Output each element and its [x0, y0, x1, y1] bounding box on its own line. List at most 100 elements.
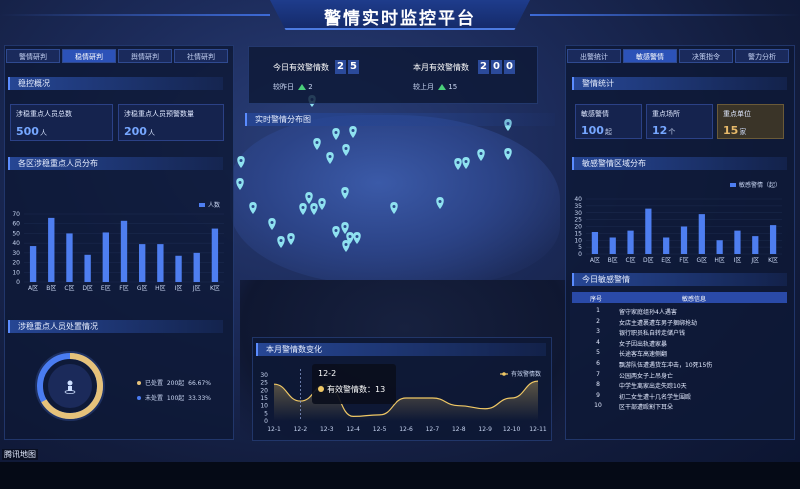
tooltip-value: 有效警情数：13: [327, 385, 386, 394]
map-pin-icon[interactable]: [313, 138, 321, 150]
x-tick-label: J区: [192, 285, 201, 292]
map-pin-icon[interactable]: [268, 218, 276, 230]
x-tick-label: G区: [696, 257, 707, 264]
table-row[interactable]: 5 长途客车高速侧翻: [572, 349, 792, 359]
map-pin-icon[interactable]: [341, 222, 349, 234]
table-row[interactable]: 10 区干部遭殴割下耳朵: [572, 402, 792, 412]
stat-card-total: 涉稳重点人员总数 500人: [10, 104, 113, 141]
header-line-left: [0, 14, 270, 16]
bar[interactable]: [84, 254, 91, 282]
alert-row-info: 初二女生遭十几名学生围殴: [619, 393, 692, 401]
y-tick-label: 0: [578, 251, 582, 258]
map-pin-icon[interactable]: [287, 233, 295, 245]
map-pin-icon[interactable]: [504, 148, 512, 160]
x-tick-label: J区: [750, 257, 759, 264]
alert-row-info: 银行职员私自转走储户钱: [619, 330, 686, 338]
today-compare: 较昨日 2: [273, 82, 313, 92]
map-pin-icon[interactable]: [462, 157, 470, 169]
map-pin-icon[interactable]: [236, 178, 244, 190]
map-pin-icon[interactable]: [237, 156, 245, 168]
table-row[interactable]: 6 飘游队伍遭遇货车冲击，10死15伤: [572, 360, 792, 370]
month-count-label: 本月有效警情数: [413, 63, 469, 72]
map-pin-icon[interactable]: [353, 232, 361, 244]
bar[interactable]: [645, 208, 652, 254]
map-pin-icon[interactable]: [342, 240, 350, 252]
map-pin-icon[interactable]: [454, 158, 462, 170]
bar[interactable]: [120, 220, 128, 282]
tab-police-analysis[interactable]: 警情研判: [6, 49, 60, 63]
bar[interactable]: [609, 237, 616, 255]
legend-item-undone: 未处置 100起 33.33%: [137, 393, 211, 402]
bar[interactable]: [102, 232, 109, 282]
stat-card-key-places: 重点场所 12个: [646, 104, 713, 139]
table-row[interactable]: 2 女店主遭裹遭车男子捆绑抢劫: [572, 318, 792, 328]
bar[interactable]: [627, 230, 634, 254]
map-pin-icon[interactable]: [332, 128, 340, 140]
bar[interactable]: [139, 244, 146, 282]
tab-sensitive-alerts[interactable]: 敏感警情: [623, 49, 677, 63]
tab-social-analysis[interactable]: 社情研判: [174, 49, 228, 63]
bar[interactable]: [29, 246, 37, 282]
bar[interactable]: [48, 217, 55, 282]
map-pin-icon[interactable]: [390, 202, 398, 214]
legend-undone-label: 未处置: [145, 395, 164, 402]
bar[interactable]: [66, 233, 73, 282]
bar[interactable]: [175, 255, 182, 282]
tab-dispatch-stats[interactable]: 出警统计: [567, 49, 621, 63]
y-tick-label: 10: [12, 269, 20, 276]
map-pin-icon[interactable]: [249, 202, 257, 214]
trend-line-chart: 051015202530 12-1 12-2 12-3 12-4 12-5 12-6 12-7…: [260, 369, 547, 433]
map-pin-icon[interactable]: [318, 198, 326, 210]
bar[interactable]: [663, 237, 670, 255]
bar[interactable]: [193, 252, 200, 282]
map-pin-icon[interactable]: [299, 203, 307, 215]
map-pin-icon[interactable]: [305, 192, 313, 204]
alert-row-info: 公园两女子上吊身亡: [619, 372, 674, 380]
trend-tooltip: 12-2 有效警情数：13: [312, 364, 396, 404]
x-tick-label: F区: [119, 285, 128, 292]
alert-row-info: 中学生离家出走失踪10天: [619, 383, 687, 391]
x-tick-label: G区: [137, 285, 148, 292]
today-count-digits: 25: [333, 60, 359, 74]
bar[interactable]: [211, 228, 219, 282]
table-row[interactable]: 7 公园两女子上吊身亡: [572, 371, 792, 381]
x-tick-label: K区: [210, 285, 220, 292]
tab-opinion-analysis[interactable]: 舆情研判: [118, 49, 172, 63]
map-pin-icon[interactable]: [477, 149, 485, 161]
map-pin-icon[interactable]: [349, 126, 357, 138]
tab-force-analysis[interactable]: 警力分析: [735, 49, 789, 63]
x-tick-label: E区: [661, 257, 671, 264]
bar[interactable]: [769, 225, 777, 254]
legend-undone-pct: 33.33%: [188, 395, 212, 402]
table-row[interactable]: 4 女子因出轨遭家暴: [572, 339, 792, 349]
today-digit-1: 2: [335, 60, 346, 74]
bar[interactable]: [680, 226, 688, 255]
tab-decision-orders[interactable]: 决策指令: [679, 49, 733, 63]
table-row[interactable]: 9 初二女生遭十几名学生围殴: [572, 392, 792, 402]
x-tick-label: E区: [101, 285, 111, 292]
stat-total-value-wrap: 500人: [16, 125, 107, 138]
section-title-map: 实时警情分布图: [245, 113, 555, 126]
bar[interactable]: [752, 236, 759, 254]
x-tick-label: 12-1: [267, 426, 281, 433]
table-row[interactable]: 8 中学生离家出走失踪10天: [572, 381, 792, 391]
alert-row-no: 5: [596, 349, 600, 357]
map-pin-icon[interactable]: [310, 203, 318, 215]
table-row[interactable]: 1 留守家庭组孙4人遇害: [572, 307, 792, 317]
y-tick-label: 15: [260, 395, 268, 402]
bar[interactable]: [734, 230, 741, 254]
stat-units-label: 重点单位: [723, 110, 751, 118]
map-pin-icon[interactable]: [341, 187, 349, 199]
y-tick-label: 30: [12, 250, 20, 257]
map-pin-icon[interactable]: [332, 226, 340, 238]
bar[interactable]: [698, 214, 705, 254]
table-row[interactable]: 3 银行职员私自转走储户钱: [572, 328, 792, 338]
bar[interactable]: [157, 244, 164, 282]
map-pin-icon[interactable]: [277, 236, 285, 248]
map-pin-icon[interactable]: [436, 197, 444, 209]
bar[interactable]: [716, 240, 723, 254]
bar[interactable]: [591, 232, 599, 254]
tab-stability-analysis[interactable]: 稳情研判: [62, 49, 116, 63]
map-pin-icon[interactable]: [342, 144, 350, 156]
map-pin-icon[interactable]: [326, 152, 334, 164]
